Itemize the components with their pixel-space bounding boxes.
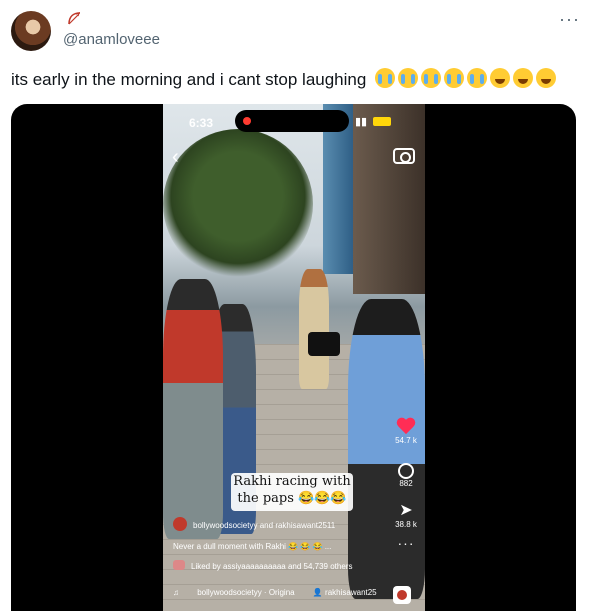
bow-arrow-icon bbox=[68, 12, 81, 25]
audio-artist[interactable]: rakhisawant25 bbox=[325, 588, 377, 597]
emoji-row bbox=[375, 68, 559, 93]
audio-thumbnail[interactable] bbox=[393, 586, 411, 604]
person-icon: 👤 bbox=[312, 588, 323, 597]
back-chevron-icon[interactable]: ‹ bbox=[172, 146, 179, 169]
audio-row[interactable]: ♫ bollywoodsocietyy · Origina 👤 rakhisaw… bbox=[173, 585, 413, 601]
tears-of-joy-icon bbox=[513, 68, 534, 88]
comment-icon[interactable] bbox=[398, 463, 414, 479]
system-icons: ▮▮ 83 bbox=[355, 115, 392, 128]
caption-line2: the paps 😂😂😂 bbox=[237, 491, 347, 506]
account-avatar[interactable] bbox=[173, 517, 187, 531]
camera-outline-icon[interactable] bbox=[393, 148, 415, 164]
audio-track[interactable]: bollywoodsocietyy · Origina bbox=[197, 588, 294, 597]
liked-by-text: Liked by assiyaaaaaaaaaa and 54,739 othe… bbox=[191, 562, 353, 571]
video-meta: bollywoodsocietyy and rakhisawant2511 Ne… bbox=[173, 517, 413, 601]
music-note-icon: ♫ bbox=[173, 588, 179, 597]
tweet-body: its early in the morning and i cant stop… bbox=[11, 70, 367, 89]
recording-dot-icon bbox=[243, 117, 251, 125]
loudly-crying-face-icon bbox=[421, 68, 442, 88]
liked-avatars bbox=[173, 560, 185, 570]
description: Never a dull moment with Rakhi 😂 😂 😂 ... bbox=[173, 542, 332, 551]
account-row[interactable]: bollywoodsocietyy and rakhisawant2511 bbox=[173, 517, 413, 533]
tweet-text: its early in the morning and i cant stop… bbox=[11, 68, 559, 93]
caption-line1: Rakhi racing with bbox=[233, 474, 351, 489]
status-time: 6:33 bbox=[189, 116, 214, 130]
tears-of-joy-icon bbox=[490, 68, 511, 88]
tears-of-joy-icon bbox=[536, 68, 557, 88]
collaborator-name[interactable]: rakhisawant2511 bbox=[275, 521, 335, 530]
loudly-crying-face-icon bbox=[467, 68, 488, 88]
video-frame[interactable]: 6:33 ▮▮ 83 ‹ Rakhi racing with the paps … bbox=[163, 104, 425, 611]
user-handle[interactable]: @anamloveee bbox=[63, 31, 160, 48]
and-label: and bbox=[259, 521, 274, 530]
account-name[interactable]: bollywoodsocietyy bbox=[193, 521, 257, 530]
battery-icon bbox=[373, 117, 392, 126]
camera-icon bbox=[308, 332, 340, 356]
video-caption: Rakhi racing with the paps 😂😂😂 bbox=[231, 473, 353, 511]
comment-count: 882 bbox=[399, 479, 413, 488]
loudly-crying-face-icon bbox=[398, 68, 419, 88]
profile-avatar[interactable] bbox=[11, 11, 51, 51]
woman-walking bbox=[299, 269, 329, 389]
heart-icon[interactable] bbox=[396, 418, 416, 436]
more-options-button[interactable]: ··· bbox=[559, 9, 580, 30]
building-brick bbox=[353, 104, 425, 294]
like-count: 54.7 k bbox=[395, 436, 417, 445]
loudly-crying-face-icon bbox=[375, 68, 396, 88]
tree bbox=[163, 129, 313, 279]
dynamic-island bbox=[235, 110, 349, 132]
liked-by-row[interactable]: Liked by assiyaaaaaaaaaa and 54,739 othe… bbox=[173, 559, 413, 575]
photographer bbox=[163, 279, 223, 539]
loudly-crying-face-icon bbox=[444, 68, 465, 88]
signal-icon: ▮▮ bbox=[355, 116, 368, 128]
video-media[interactable]: 6:33 ▮▮ 83 ‹ Rakhi racing with the paps … bbox=[11, 104, 576, 611]
